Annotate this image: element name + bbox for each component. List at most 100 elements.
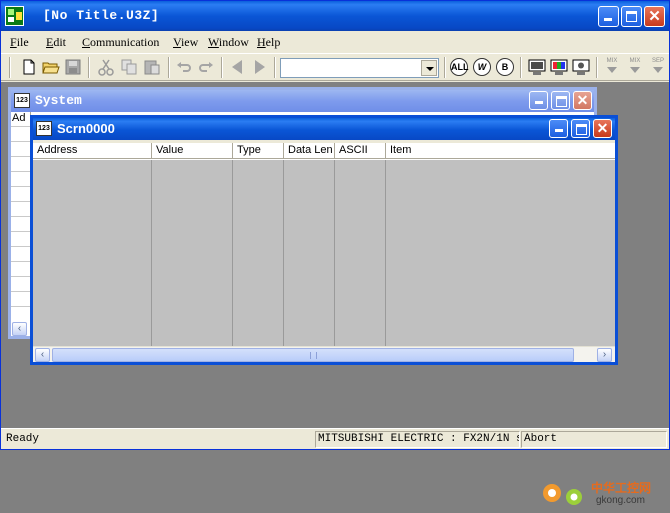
status-device: MITSUBISHI ELECTRIC : FX2N/1N seri: [315, 431, 520, 448]
copy-button[interactable]: [119, 57, 139, 77]
close-icon: ✕: [648, 8, 661, 25]
toolbar-separator: [221, 57, 223, 78]
save-button[interactable]: [63, 57, 83, 77]
scrn0000-maximize-button[interactable]: [571, 119, 590, 138]
back-button[interactable]: [227, 57, 247, 77]
system-window-title: System: [35, 93, 82, 108]
maximize-icon: [576, 124, 587, 135]
mix-button-1[interactable]: MIX: [602, 58, 622, 78]
forward-button[interactable]: [250, 57, 270, 77]
scrn0000-close-button[interactable]: ✕: [593, 119, 612, 138]
word-button[interactable]: W: [473, 58, 491, 76]
system-list[interactable]: Ad: [11, 112, 31, 320]
status-ready: Ready: [6, 433, 40, 445]
menu-view[interactable]: View: [173, 35, 198, 50]
scrn0000-window[interactable]: 123 Scrn0000 ✕ Address Value Type Data L…: [30, 115, 618, 365]
system-column-header: Ad: [12, 112, 26, 124]
column-header-value[interactable]: Value: [152, 143, 233, 159]
arrow-down-icon: [607, 67, 617, 73]
toolbar-separator: [274, 57, 276, 78]
scrn0000-minimize-button[interactable]: [549, 119, 568, 138]
scrn0000-title-bar[interactable]: 123 Scrn0000 ✕: [33, 118, 615, 140]
bit-button[interactable]: B: [496, 58, 514, 76]
arrow-down-icon: [630, 67, 640, 73]
close-button[interactable]: ✕: [644, 6, 665, 27]
scroll-thumb[interactable]: [52, 348, 574, 362]
all-button[interactable]: ALL: [450, 58, 469, 76]
mix-button-2[interactable]: MIX: [625, 58, 645, 78]
open-file-button[interactable]: [41, 57, 61, 77]
monitor-button-1[interactable]: [527, 57, 547, 77]
column-divider: [232, 160, 233, 346]
column-header-data-len[interactable]: Data Len: [284, 143, 335, 159]
new-file-icon: [23, 59, 35, 75]
close-icon: ✕: [576, 92, 589, 108]
screen-icon: 123: [36, 121, 52, 136]
minimize-icon: [535, 101, 543, 104]
paste-button[interactable]: [142, 57, 162, 77]
monitor-color-icon: [550, 59, 568, 75]
maximize-button[interactable]: [621, 6, 642, 27]
system-maximize-button[interactable]: [551, 91, 570, 110]
save-icon: [65, 59, 81, 75]
window-title: [No Title.U3Z]: [43, 8, 160, 23]
minimize-icon: [555, 129, 563, 132]
arrow-down-icon: [653, 67, 663, 73]
column-divider: [283, 160, 284, 346]
menu-window[interactable]: Window: [208, 35, 249, 50]
horizontal-scrollbar[interactable]: ‹ ›: [33, 346, 615, 362]
title-bar[interactable]: [No Title.U3Z] ✕: [1, 1, 669, 31]
column-header-ascii[interactable]: ASCII: [335, 143, 386, 159]
scrn0000-window-title: Scrn0000: [57, 121, 115, 136]
toolbar-separator: [444, 57, 446, 78]
toolbar-combobox[interactable]: [280, 58, 439, 78]
toolbar-separator: [520, 57, 522, 78]
copy-icon: [121, 59, 137, 75]
screen-icon: 123: [14, 93, 30, 108]
status-state: Abort: [521, 431, 667, 448]
menu-communication[interactable]: Communication: [82, 35, 159, 50]
gear-icon: [543, 484, 582, 505]
dropdown-arrow-icon[interactable]: [421, 60, 437, 76]
undo-button[interactable]: [174, 57, 194, 77]
toolbar-separator: [596, 57, 598, 78]
minimize-button[interactable]: [598, 6, 619, 27]
menu-file[interactable]: File: [10, 35, 29, 50]
paste-icon: [144, 60, 160, 75]
sep-button[interactable]: SEP: [648, 58, 668, 78]
system-scroll-left-button[interactable]: ‹: [12, 322, 27, 336]
monitor-settings-icon: [572, 59, 590, 75]
grid-header: Address Value Type Data Len ASCII Item: [33, 143, 615, 159]
maximize-icon: [556, 96, 567, 107]
undo-icon: [177, 62, 191, 72]
system-title-bar[interactable]: 123 System ✕: [11, 90, 594, 112]
menu-edit[interactable]: Edit: [46, 35, 66, 50]
menu-help[interactable]: Help: [257, 35, 280, 50]
column-divider: [385, 160, 386, 346]
maximize-icon: [626, 11, 637, 22]
toolbar-separator: [9, 57, 11, 78]
toolbar: ALL W B MIX MIX SEP: [1, 53, 669, 81]
column-header-address[interactable]: Address: [33, 143, 152, 159]
monitor-button-3[interactable]: [571, 57, 591, 77]
status-bar: Ready MITSUBISHI ELECTRIC : FX2N/1N seri…: [1, 428, 669, 449]
menu-bar: File Edit Communication View Window Help: [1, 31, 669, 52]
cut-button[interactable]: [96, 57, 116, 77]
column-divider: [151, 160, 152, 346]
scroll-left-button[interactable]: ‹: [35, 348, 50, 362]
system-minimize-button[interactable]: [529, 91, 548, 110]
grid-body[interactable]: [33, 160, 615, 346]
monitor-button-2[interactable]: [549, 57, 569, 77]
scroll-right-button[interactable]: ›: [597, 348, 612, 362]
column-header-item[interactable]: Item: [386, 143, 615, 159]
toolbar-separator: [168, 57, 170, 78]
close-icon: ✕: [596, 120, 609, 136]
column-header-type[interactable]: Type: [233, 143, 284, 159]
monitor-icon: [528, 59, 546, 75]
new-file-button[interactable]: [19, 57, 39, 77]
main-window: [No Title.U3Z] ✕ File Edit Communication…: [0, 0, 670, 506]
redo-button[interactable]: [196, 57, 216, 77]
scrn0000-body: Address Value Type Data Len ASCII Item ‹: [33, 143, 615, 362]
column-divider: [334, 160, 335, 346]
system-close-button[interactable]: ✕: [573, 91, 592, 110]
